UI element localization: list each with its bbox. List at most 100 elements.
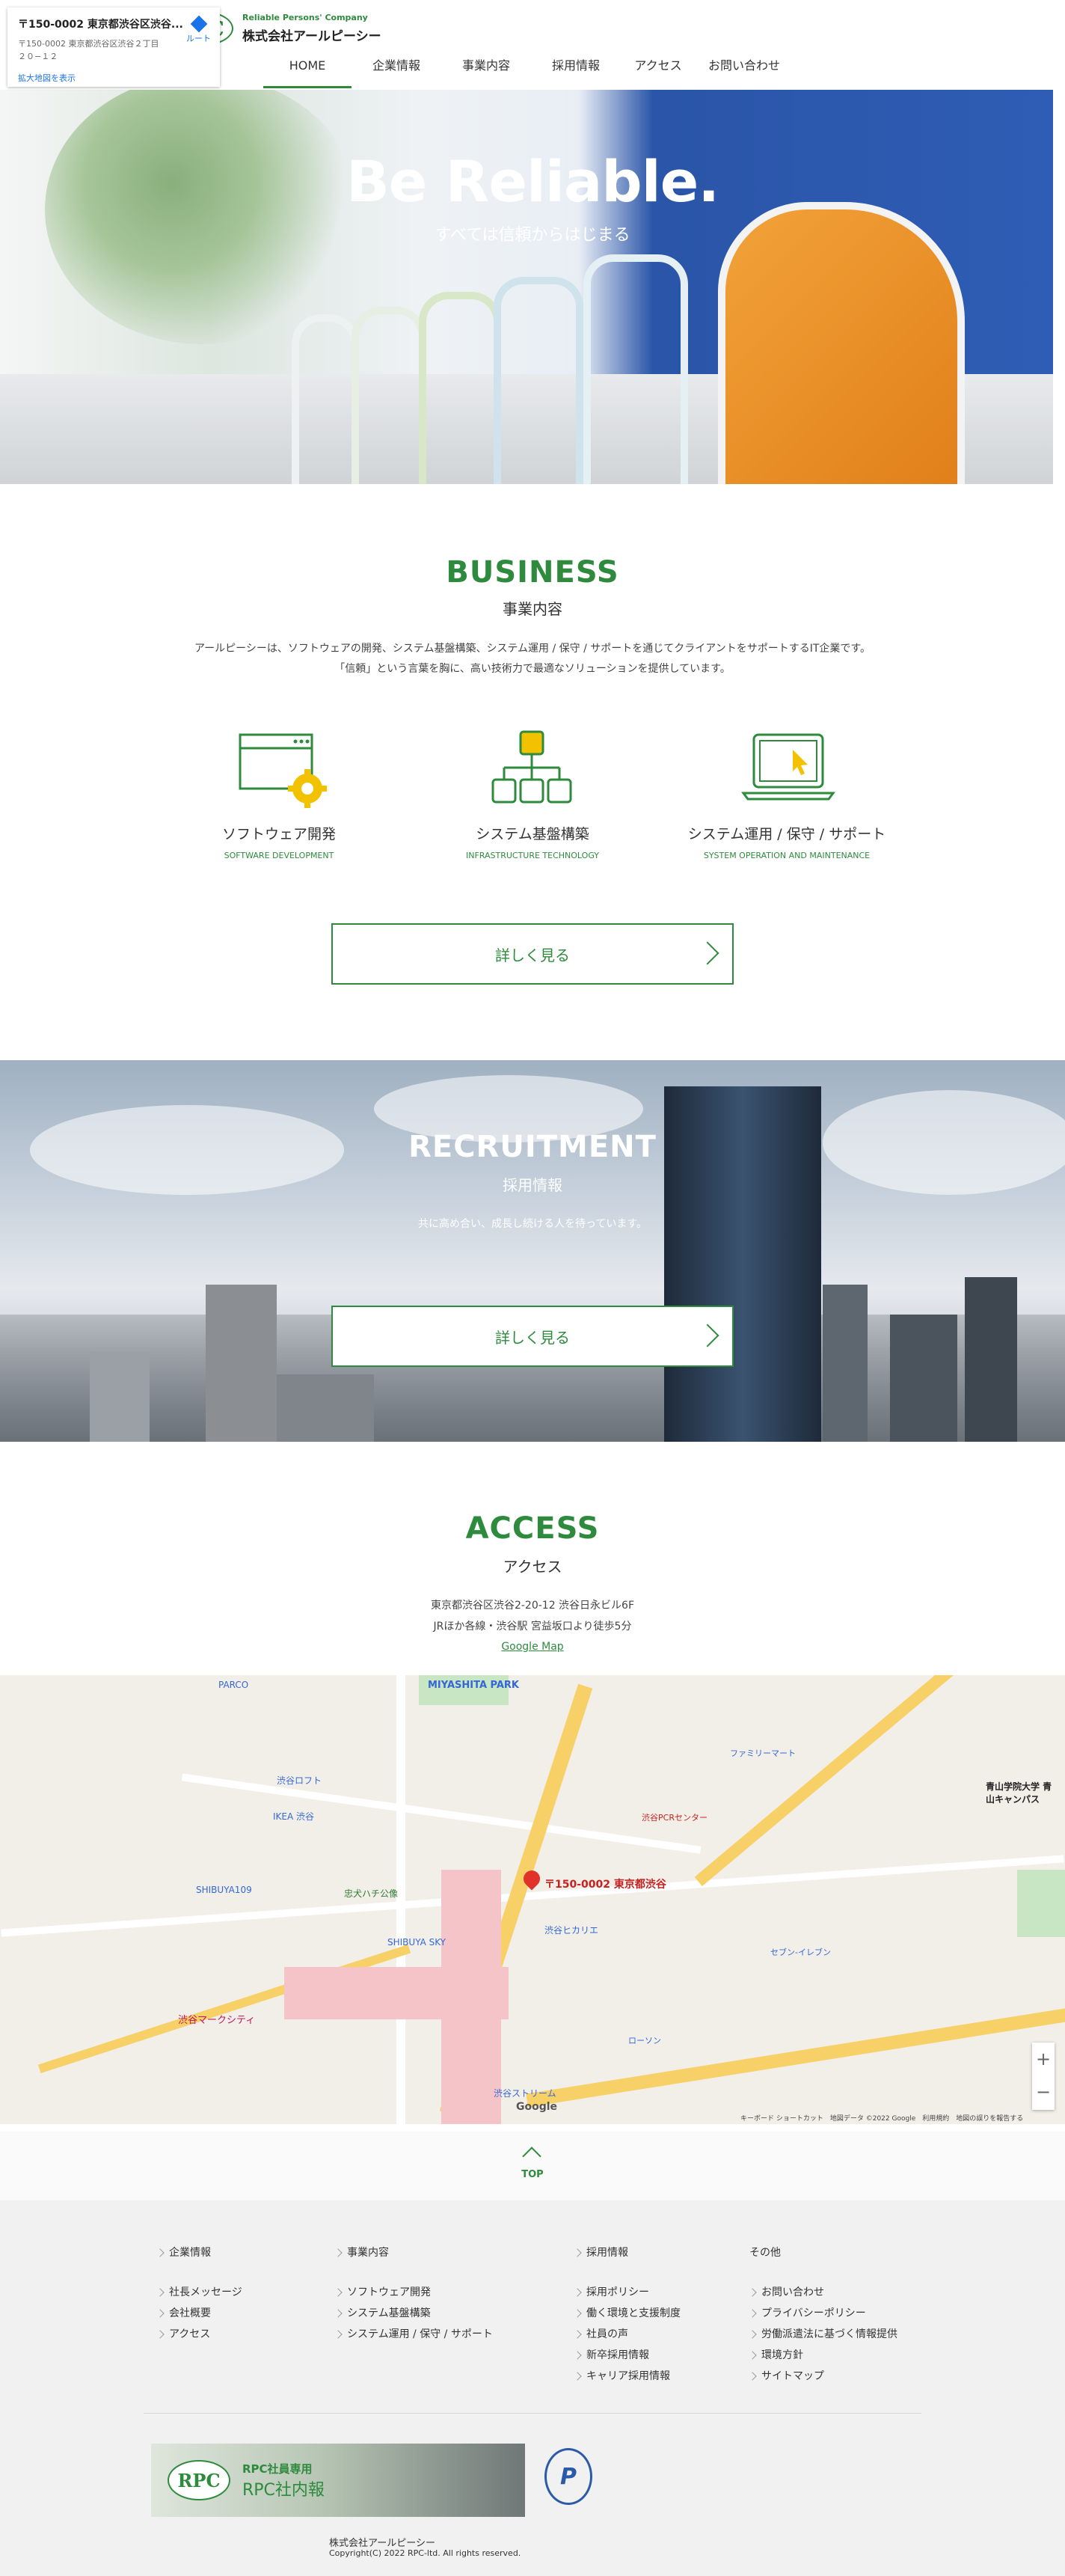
- map-enlarge-link[interactable]: 拡大地図を表示: [18, 72, 209, 84]
- footer-link[interactable]: 環境方針: [749, 2345, 897, 2366]
- google-logo: Google: [516, 2101, 558, 2113]
- footer-link[interactable]: 社員の声: [574, 2324, 681, 2345]
- footer-link[interactable]: 採用ポリシー: [574, 2282, 681, 2303]
- map-label: SHIBUYA109: [196, 1885, 252, 1895]
- map-route-button[interactable]: ルート: [186, 15, 211, 44]
- banner-logo: RPC: [168, 2460, 230, 2500]
- map-attribution[interactable]: キーボード ショートカット 地図データ ©2022 Google 利用規約 地図…: [740, 2113, 1023, 2123]
- footer-col-recruit: 採用情報 採用ポリシー 働く環境と支援制度 社員の声 新卒採用情報 キャリア採用…: [574, 2245, 681, 2387]
- map-label: MIYASHITA PARK: [428, 1680, 520, 1691]
- access-station: JRほか各線・渋谷駅 宮益坂口より徒歩5分: [433, 1621, 632, 1633]
- map-label: 忠犬ハチ公像: [344, 1888, 399, 1899]
- map-zoom-control: + −: [1032, 2043, 1055, 2110]
- footer-col-other: その他 お問い合わせ プライバシーポリシー 労働派遣法に基づく情報提供 環境方針…: [749, 2245, 897, 2387]
- chevron-up-icon: [522, 2147, 541, 2166]
- zoom-out-button[interactable]: −: [1032, 2075, 1055, 2108]
- footer-link[interactable]: 新卒採用情報: [574, 2345, 681, 2366]
- recruitment-title: RECRUITMENT: [408, 1130, 657, 1164]
- nav-company[interactable]: 企業情報: [352, 46, 441, 88]
- business-more-button[interactable]: 詳しく見る: [331, 923, 734, 985]
- recruitment-more-button[interactable]: 詳しく見る: [331, 1306, 734, 1367]
- access-address: 東京都渋谷区渋谷2-20-12 渋谷日永ビル6F: [430, 1600, 635, 1612]
- plant-image: [45, 90, 359, 344]
- footer-link[interactable]: ソフトウェア開発: [335, 2282, 493, 2303]
- map-label: 渋谷ストリーム: [494, 2088, 556, 2099]
- footer-link[interactable]: お問い合わせ: [749, 2282, 897, 2303]
- map-label: PARCO: [218, 1680, 249, 1690]
- business-text-2: 「信頼」という言葉を胸に、高い技術力で最適なソリューションを提供しています。: [334, 663, 731, 675]
- footer-link[interactable]: 労働派遣法に基づく情報提供: [749, 2324, 897, 2345]
- business-item-en: SYSTEM OPERATION AND MAINTENANCE: [703, 851, 871, 860]
- footer-link[interactable]: システム運用 / 保守 / サポート: [335, 2324, 493, 2345]
- business-item-en: INFRASTRUCTURE TECHNOLOGY: [465, 851, 600, 860]
- map-label: セブン-イレブン: [770, 1948, 831, 1957]
- business-text-1: アールピーシーは、ソフトウェアの開発、システム基盤構築、システム運用 / 保守 …: [194, 643, 871, 655]
- map-label: SHIBUYA SKY: [387, 1937, 446, 1948]
- recruitment-text: 共に高め合い、成長し続ける人を待っています。: [418, 1218, 647, 1230]
- nav-home[interactable]: HOME: [263, 46, 352, 88]
- network-tree-icon: [420, 727, 645, 810]
- footer-link[interactable]: キャリア採用情報: [574, 2366, 681, 2387]
- map-label: 青山学院大学 青山キャンパス: [986, 1781, 1052, 1805]
- footer-link[interactable]: アクセス: [157, 2324, 242, 2345]
- map-label: 渋谷PCRセンター: [642, 1813, 708, 1823]
- business-item-infra: システム基盤構築 INFRASTRUCTURE TECHNOLOGY: [420, 727, 645, 860]
- button-label: 詳しく見る: [495, 946, 570, 964]
- map-label: 渋谷ロフト: [277, 1775, 322, 1786]
- footer-link[interactable]: 働く環境と支援制度: [574, 2303, 681, 2324]
- footer-link[interactable]: サイトマップ: [749, 2366, 897, 2387]
- chevron-right-icon: [696, 1324, 719, 1347]
- business-subtitle: 事業内容: [503, 600, 562, 618]
- nav-recruit[interactable]: 採用情報: [531, 46, 621, 88]
- footer-company-name: 株式会社アールピーシー: [329, 2538, 435, 2549]
- hero-title: Be Reliable.: [346, 148, 719, 215]
- map-label: ファミリーマート: [730, 1749, 796, 1758]
- top-label: TOP: [521, 2169, 544, 2180]
- nav-business[interactable]: 事業内容: [441, 46, 531, 88]
- map-info-card: 〒150-0002 東京都渋谷区渋谷... 〒150-0002 東京都渋谷区渋谷…: [7, 7, 220, 87]
- footer-heading[interactable]: 企業情報: [157, 2245, 242, 2260]
- global-nav: HOME 企業情報 事業内容 採用情報 アクセス お問い合わせ: [263, 46, 793, 88]
- map-label: 渋谷マークシティ: [178, 2015, 256, 2026]
- footer-heading: その他: [749, 2247, 781, 2259]
- business-item-name: システム基盤構築: [476, 826, 589, 842]
- footer-heading[interactable]: 採用情報: [574, 2245, 681, 2260]
- business-title: BUSINESS: [446, 555, 619, 590]
- map-card-address-2: ２０−１２: [18, 52, 58, 61]
- map-label: 渋谷ヒカリエ: [544, 1925, 599, 1936]
- internal-newsletter-banner[interactable]: RPC RPC社員専用 RPC社内報: [151, 2444, 525, 2517]
- access-subtitle: アクセス: [503, 1558, 562, 1576]
- zoom-in-button[interactable]: +: [1032, 2043, 1055, 2075]
- back-to-top[interactable]: TOP: [0, 2132, 1065, 2200]
- nav-access[interactable]: アクセス: [621, 46, 696, 88]
- privacy-mark-icon: P: [544, 2448, 592, 2505]
- footer-link[interactable]: 社長メッセージ: [157, 2282, 242, 2303]
- access-title: ACCESS: [465, 1511, 600, 1546]
- footer-divider: [144, 2413, 921, 2414]
- copyright: Copyright(C) 2022 RPC-ltd. All rights re…: [329, 2548, 521, 2558]
- map-label: ローソン: [628, 2036, 661, 2046]
- map-label: IKEA 渋谷: [273, 1811, 315, 1822]
- browser-gear-icon: [167, 727, 391, 810]
- map-card-title: 〒150-0002 東京都渋谷区渋谷...: [18, 19, 183, 31]
- recruitment-subtitle: 採用情報: [503, 1176, 562, 1194]
- hero-subtitle: すべては信頼からはじまる: [435, 226, 630, 245]
- chevron-right-icon: [696, 941, 719, 965]
- recruitment-section: [0, 1060, 1065, 1442]
- embedded-map[interactable]: MIYASHITA PARK PARCO 渋谷ロフト IKEA 渋谷 SHIBU…: [0, 1675, 1065, 2124]
- footer-link[interactable]: システム基盤構築: [335, 2303, 493, 2324]
- footer-heading[interactable]: 事業内容: [335, 2245, 493, 2260]
- laptop-cursor-icon: [675, 727, 899, 810]
- nav-contact[interactable]: お問い合わせ: [696, 46, 793, 88]
- footer-link[interactable]: プライバシーポリシー: [749, 2303, 897, 2324]
- business-item-operation: システム運用 / 保守 / サポート SYSTEM OPERATION AND …: [675, 727, 899, 860]
- route-icon: [190, 15, 207, 33]
- logo-tagline: Reliable Persons' Company: [242, 13, 368, 22]
- footer-link[interactable]: 会社概要: [157, 2303, 242, 2324]
- google-map-link[interactable]: Google Map: [0, 1637, 1065, 1657]
- business-item-software: ソフトウェア開発 SOFTWARE DEVELOPMENT: [167, 727, 391, 860]
- business-item-en: SOFTWARE DEVELOPMENT: [224, 851, 334, 860]
- banner-subtitle: RPC社員専用: [242, 2462, 313, 2476]
- map-card-address: 〒150-0002 東京都渋谷区渋谷２丁目: [18, 39, 159, 49]
- pin-label: 〒150-0002 東京都渋谷: [544, 1879, 666, 1891]
